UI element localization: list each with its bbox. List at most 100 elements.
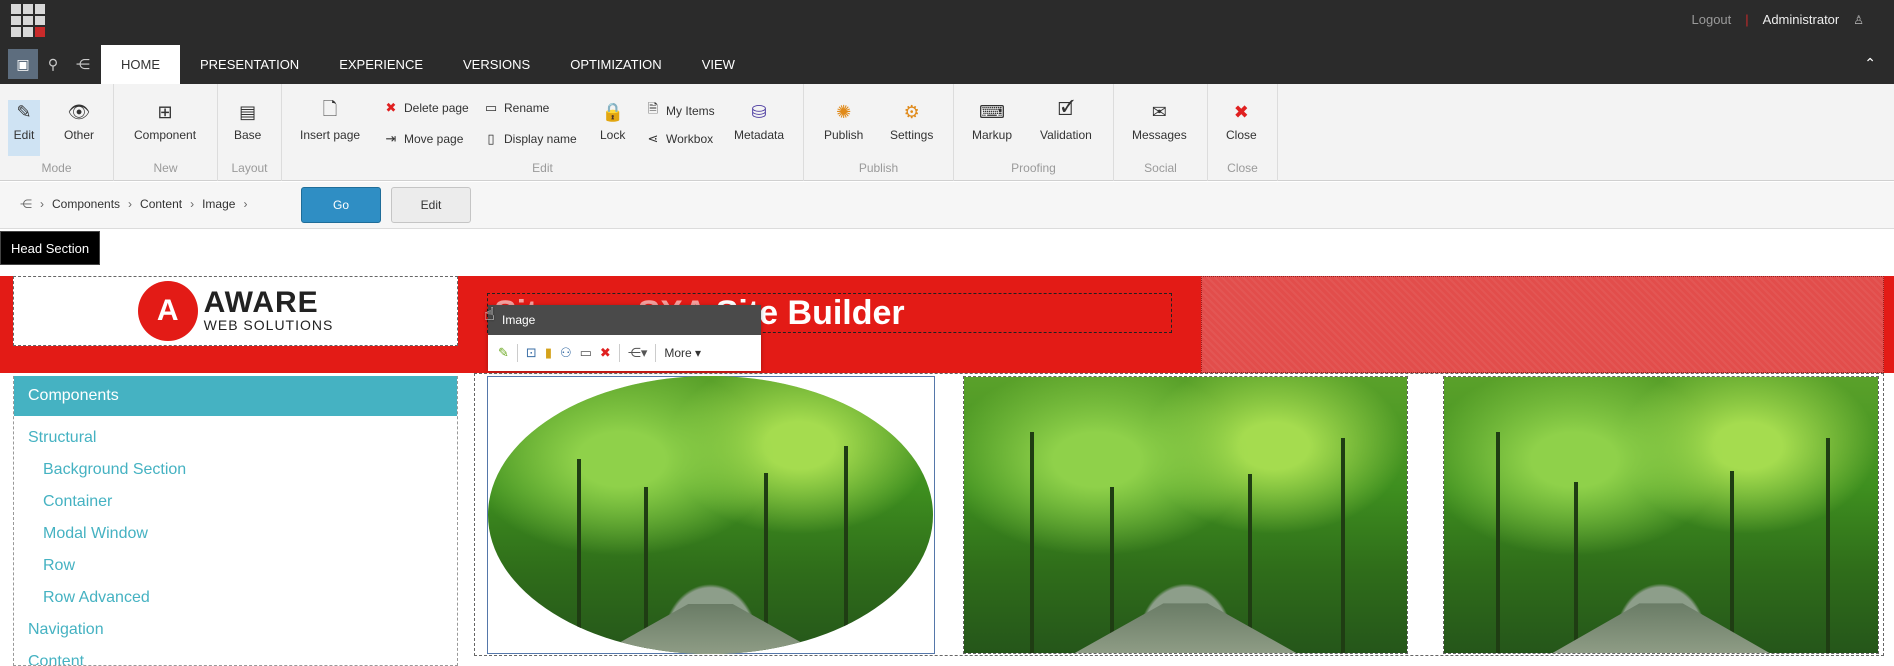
- group-label-mode: Mode: [41, 161, 72, 175]
- sidebar-item-container[interactable]: Container: [14, 486, 457, 518]
- messages-button[interactable]: ✉ Messages: [1132, 100, 1187, 143]
- sidebar-item-modal-window[interactable]: Modal Window: [14, 518, 457, 550]
- edit-button[interactable]: Edit: [391, 187, 471, 223]
- lock-label: Lock: [600, 128, 626, 142]
- sidebar-item-row[interactable]: Row: [14, 550, 457, 582]
- chevron-right-icon[interactable]: ›: [243, 197, 247, 211]
- head-section-label[interactable]: Head Section: [0, 231, 101, 265]
- tab-view[interactable]: VIEW: [682, 45, 755, 84]
- logo-text: AWARE WEB SOLUTIONS: [203, 286, 334, 334]
- base-label: Base: [234, 128, 262, 142]
- validation-button[interactable]: 🗹 Validation: [1040, 99, 1092, 142]
- more-dropdown[interactable]: More ▾: [664, 346, 701, 360]
- tab-home[interactable]: HOME: [101, 45, 180, 84]
- breadcrumb-item[interactable]: Content: [140, 197, 182, 211]
- sidebar-item-structural[interactable]: Structural: [14, 422, 457, 454]
- forest-photo: [1444, 377, 1878, 653]
- markup-button[interactable]: ⌨ Markup: [972, 100, 1012, 143]
- app-launcher-icon[interactable]: [10, 3, 45, 38]
- validation-icon: 🗹: [1057, 99, 1074, 119]
- lock-button[interactable]: 🔒 Lock: [600, 100, 626, 143]
- tree-icon[interactable]: ⋲: [20, 197, 32, 211]
- rename-button[interactable]: ▭ Rename: [484, 100, 550, 116]
- base-button[interactable]: ▤ Base: [234, 100, 262, 143]
- group-label-new: New: [153, 161, 178, 175]
- collapse-ribbon-icon[interactable]: ⌃: [1864, 55, 1876, 72]
- forest-photo: [964, 377, 1407, 653]
- sidebar-item-content[interactable]: Content: [14, 646, 457, 665]
- save-icon[interactable]: ▣: [8, 49, 38, 79]
- settings-button[interactable]: ⚙ Settings: [890, 100, 934, 143]
- workbox-icon: ⋖: [647, 131, 659, 146]
- forest-image-oval[interactable]: [488, 376, 933, 654]
- sidebar-header[interactable]: Components: [14, 376, 457, 416]
- properties-icon[interactable]: ▮: [545, 345, 552, 361]
- group-label-edit: Edit: [532, 161, 553, 175]
- my-items-icon: 🗎: [647, 101, 659, 116]
- tab-versions[interactable]: VERSIONS: [443, 45, 550, 84]
- edit-mode-button[interactable]: ✎ Edit: [8, 100, 40, 156]
- tab-experience[interactable]: EXPERIENCE: [319, 45, 443, 84]
- delete-page-button[interactable]: ✖ Delete page: [384, 100, 469, 116]
- chevron-right-icon: ›: [40, 197, 44, 211]
- user-icon[interactable]: ♙: [1853, 13, 1864, 27]
- select-image-icon[interactable]: ⊡: [526, 345, 537, 361]
- search-icon[interactable]: ⚲: [38, 49, 68, 79]
- username[interactable]: Administrator: [1763, 12, 1840, 27]
- display-name-label: Display name: [504, 132, 577, 146]
- metadata-icon: ⛁: [751, 101, 767, 122]
- group-label-proofing: Proofing: [1011, 161, 1056, 175]
- logo-line2: WEB SOLUTIONS: [203, 317, 334, 333]
- eye-icon: 👁: [67, 101, 91, 122]
- group-mode: ✎ Edit 👁 Other Mode: [0, 84, 114, 181]
- banner-placeholder[interactable]: [1201, 276, 1884, 373]
- personalize-icon[interactable]: ⚇: [560, 345, 572, 361]
- messages-icon: ✉: [1151, 101, 1167, 122]
- component-label: Component: [134, 128, 197, 142]
- component-toolbar-actions: ✎ ⊡ ▮ ⚇ ▭ ✖ ⋲▾ More ▾: [488, 335, 761, 371]
- forest-image-wide[interactable]: [1443, 376, 1879, 654]
- forest-image-square[interactable]: [963, 376, 1408, 654]
- divider: [516, 344, 518, 362]
- settings-icon: ⚙: [903, 101, 920, 122]
- chevron-right-icon: ›: [190, 197, 195, 211]
- quick-access: ▣ ⚲ ⋲: [8, 49, 98, 79]
- settings-label: Settings: [890, 128, 934, 142]
- sidebar-item-background-section[interactable]: Background Section: [14, 454, 457, 486]
- divider: [618, 344, 620, 362]
- other-mode-label: Other: [64, 128, 95, 142]
- component-button[interactable]: ⊞ Component: [134, 100, 197, 143]
- move-page-button[interactable]: ⇥ Move page: [384, 131, 464, 147]
- tab-optimization[interactable]: OPTIMIZATION: [550, 45, 681, 84]
- display-name-button[interactable]: ▯ Display name: [484, 131, 577, 147]
- logout-link[interactable]: Logout: [1692, 12, 1732, 27]
- breadcrumb-item[interactable]: Image: [202, 197, 235, 211]
- breadcrumb-item[interactable]: Components: [52, 197, 120, 211]
- my-items-button[interactable]: 🗎 My Items: [646, 100, 715, 122]
- publish-button[interactable]: ✺ Publish: [824, 100, 863, 143]
- edit-pencil-icon[interactable]: ✎: [498, 345, 509, 361]
- layout-icon[interactable]: ▭: [580, 345, 592, 361]
- go-button[interactable]: Go: [301, 187, 381, 223]
- tab-presentation[interactable]: PRESENTATION: [180, 45, 319, 84]
- ribbon-tab-bar: ▣ ⚲ ⋲ HOME PRESENTATION EXPERIENCE VERSI…: [0, 45, 1894, 84]
- move-page-label: Move page: [404, 132, 464, 146]
- tree-icon[interactable]: ⋲: [68, 49, 98, 79]
- delete-icon[interactable]: ✖: [600, 345, 611, 361]
- group-publish: ✺ Publish ⚙ Settings Publish: [804, 84, 954, 181]
- logo[interactable]: A AWARE WEB SOLUTIONS: [13, 276, 458, 346]
- sidebar-item-row-advanced[interactable]: Row Advanced: [14, 582, 457, 614]
- chevron-right-icon: ›: [128, 197, 133, 211]
- tree-dropdown-icon[interactable]: ⋲▾: [628, 345, 648, 361]
- metadata-label: Metadata: [734, 128, 785, 142]
- insert-page-button[interactable]: 🗋 Insert page: [300, 99, 360, 142]
- group-edit: 🗋 Insert page ✖ Delete page ⇥ Move page …: [282, 84, 804, 181]
- close-button[interactable]: ✖ Close: [1226, 100, 1257, 143]
- metadata-button[interactable]: ⛁ Metadata: [734, 100, 785, 143]
- sidebar-item-navigation[interactable]: Navigation: [14, 614, 457, 646]
- group-layout: ▤ Base Layout: [218, 84, 282, 181]
- logo-line1: AWARE: [203, 286, 319, 319]
- other-mode-button[interactable]: 👁 Other: [64, 100, 95, 143]
- group-close: ✖ Close Close: [1208, 84, 1278, 181]
- workbox-button[interactable]: ⋖ Workbox: [646, 131, 714, 147]
